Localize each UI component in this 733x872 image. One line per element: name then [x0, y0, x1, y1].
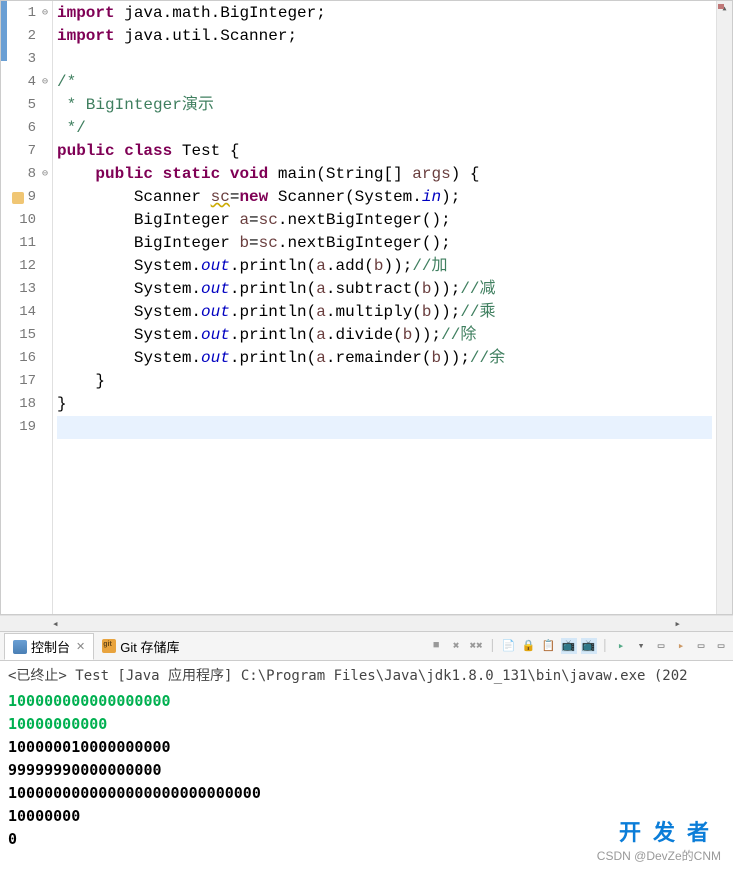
code-line[interactable]: }	[57, 393, 716, 416]
line-number: 9	[1, 186, 48, 209]
line-number: 16	[1, 347, 48, 370]
line-number: 8⊖	[1, 163, 48, 186]
code-line[interactable]: Scanner sc=new Scanner(System.in);	[57, 186, 716, 209]
fold-icon[interactable]: ⊖	[38, 163, 48, 186]
code-line[interactable]: System.out.println(a.remainder(b));//余	[57, 347, 716, 370]
code-area[interactable]: import java.math.BigInteger;import java.…	[53, 1, 716, 614]
overview-marker	[718, 4, 724, 9]
bottom-tabs-bar: 控制台 ✕ Git 存储库 ■ ✖ ✖✖ | 📄 🔒 📋 📺 📺 | ▸ ▾ ▭…	[0, 631, 733, 661]
code-line[interactable]: */	[57, 117, 716, 140]
clear-icon[interactable]: 📄	[501, 638, 517, 654]
code-line[interactable]: System.out.println(a.subtract(b));//减	[57, 278, 716, 301]
change-marker	[1, 1, 7, 61]
code-editor-pane: 1⊖234⊖5678⊖910111213141516171819 import …	[0, 0, 733, 615]
line-number: 1⊖	[1, 2, 48, 25]
show-err-icon[interactable]: 📺	[581, 638, 597, 654]
code-line[interactable]: System.out.println(a.add(b));//加	[57, 255, 716, 278]
console-line: 1000000000000000000000000000	[8, 782, 725, 805]
console-icon	[13, 640, 27, 654]
tab-git[interactable]: Git 存储库	[94, 634, 187, 659]
line-number: 3	[1, 48, 48, 71]
code-line[interactable]: BigInteger a=sc.nextBigInteger();	[57, 209, 716, 232]
warning-marker-icon	[12, 192, 24, 204]
tab-console[interactable]: 控制台 ✕	[4, 633, 94, 660]
code-line[interactable]: System.out.println(a.divide(b));//除	[57, 324, 716, 347]
code-line[interactable]	[57, 48, 716, 71]
console-line: 10000000	[8, 805, 725, 828]
horizontal-scrollbar[interactable]: ◂ ▸	[0, 615, 733, 631]
show-console-icon[interactable]: 📺	[561, 638, 577, 654]
line-number: 5	[1, 94, 48, 117]
code-line[interactable]: /*	[57, 71, 716, 94]
console-line: 99999990000000000	[8, 759, 725, 782]
line-number: 7	[1, 140, 48, 163]
line-number: 6	[1, 117, 48, 140]
console-line: 0	[8, 828, 725, 851]
display-selected-icon[interactable]: ▾	[633, 638, 649, 654]
maximize-icon[interactable]: ▭	[713, 638, 729, 654]
tab-git-label: Git 存储库	[120, 637, 179, 656]
git-icon	[102, 639, 116, 653]
code-line[interactable]: }	[57, 370, 716, 393]
console-line: 100000010000000000	[8, 736, 725, 759]
console-output[interactable]: <已终止> Test [Java 应用程序] C:\Program Files\…	[0, 661, 733, 855]
pin-icon[interactable]: ▭	[653, 638, 669, 654]
line-number: 2	[1, 25, 48, 48]
line-number: 13	[1, 278, 48, 301]
open-console-icon[interactable]: ▸	[613, 638, 629, 654]
code-line[interactable]: public class Test {	[57, 140, 716, 163]
line-number: 10	[1, 209, 48, 232]
fold-icon[interactable]: ⊖	[38, 71, 48, 94]
code-line[interactable]: System.out.println(a.multiply(b));//乘	[57, 301, 716, 324]
scroll-right-icon[interactable]: ▸	[674, 617, 681, 631]
line-number: 15	[1, 324, 48, 347]
remove-launch-icon[interactable]: ✖	[448, 638, 464, 654]
minimize-icon[interactable]: ▭	[693, 638, 709, 654]
stop-icon[interactable]: ■	[428, 638, 444, 654]
code-line[interactable]: BigInteger b=sc.nextBigInteger();	[57, 232, 716, 255]
line-number: 12	[1, 255, 48, 278]
close-icon[interactable]: ✕	[76, 640, 85, 653]
fold-icon[interactable]: ⊖	[38, 2, 48, 25]
scroll-down-icon[interactable]	[717, 598, 732, 614]
line-number: 4⊖	[1, 71, 48, 94]
line-number: 17	[1, 370, 48, 393]
line-number-gutter[interactable]: 1⊖234⊖5678⊖910111213141516171819	[1, 1, 53, 614]
code-line[interactable]: import java.math.BigInteger;	[57, 2, 716, 25]
line-number: 19	[1, 416, 48, 439]
scroll-left-icon[interactable]: ◂	[52, 617, 59, 631]
scroll-lock-icon[interactable]: 🔒	[521, 638, 537, 654]
remove-all-icon[interactable]: ✖✖	[468, 638, 484, 654]
code-line[interactable]: * BigInteger演示	[57, 94, 716, 117]
console-title: <已终止> Test [Java 应用程序] C:\Program Files\…	[8, 665, 725, 688]
console-toolbar: ■ ✖ ✖✖ | 📄 🔒 📋 📺 📺 | ▸ ▾ ▭ ▸ ▭ ▭	[428, 638, 729, 654]
line-number: 14	[1, 301, 48, 324]
code-line[interactable]	[57, 416, 712, 439]
new-console-icon[interactable]: ▸	[673, 638, 689, 654]
vertical-scrollbar[interactable]: ▴	[716, 1, 732, 614]
tab-console-label: 控制台	[31, 637, 70, 656]
line-number: 18	[1, 393, 48, 416]
line-number: 11	[1, 232, 48, 255]
word-wrap-icon[interactable]: 📋	[541, 638, 557, 654]
code-line[interactable]: import java.util.Scanner;	[57, 25, 716, 48]
console-line: 100000000000000000	[8, 690, 725, 713]
code-line[interactable]: public static void main(String[] args) {	[57, 163, 716, 186]
console-line: 10000000000	[8, 713, 725, 736]
